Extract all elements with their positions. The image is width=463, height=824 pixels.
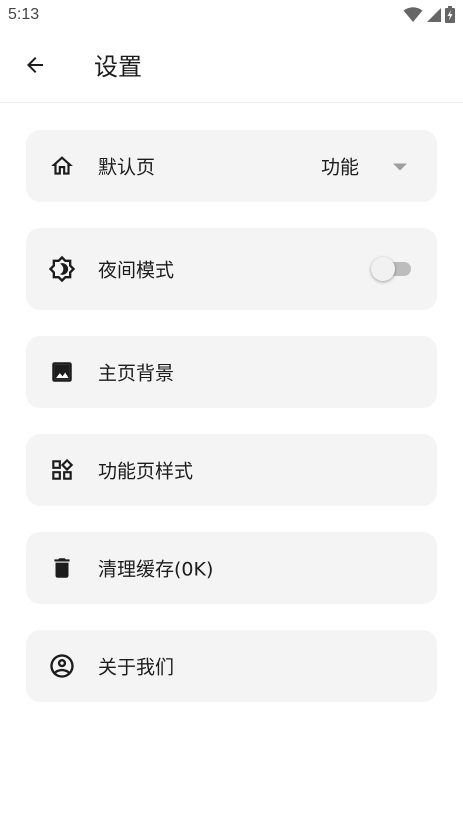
home-icon — [48, 152, 76, 180]
signal-icon — [426, 7, 442, 23]
status-time: 5:13 — [8, 6, 40, 23]
setting-label: 清理缓存(0K) — [98, 558, 214, 581]
wifi-icon — [403, 6, 423, 23]
app-bar: 设置 — [0, 32, 463, 103]
caret-down-icon — [393, 157, 407, 176]
setting-clear-cache[interactable]: 清理缓存(0K) — [26, 532, 437, 604]
image-icon — [48, 358, 76, 386]
setting-night-mode[interactable]: 夜间模式 — [26, 228, 437, 310]
widgets-icon — [48, 456, 76, 484]
toggle-thumb — [371, 257, 395, 281]
back-button[interactable] — [18, 52, 52, 82]
default-page-dropdown[interactable]: 功能 — [321, 153, 407, 180]
setting-function-style[interactable]: 功能页样式 — [26, 434, 437, 506]
battery-charging-icon — [445, 6, 455, 23]
setting-home-background[interactable]: 主页背景 — [26, 336, 437, 408]
setting-label: 主页背景 — [98, 362, 175, 385]
account-circle-icon — [48, 652, 76, 680]
setting-label: 功能页样式 — [98, 460, 194, 483]
setting-default-page[interactable]: 默认页 功能 — [26, 130, 437, 202]
setting-label: 关于我们 — [98, 656, 175, 679]
brightness-icon — [48, 255, 76, 283]
dropdown-selected-value: 功能 — [320, 156, 359, 179]
trash-icon — [48, 554, 76, 582]
setting-about[interactable]: 关于我们 — [26, 630, 437, 702]
setting-label: 默认页 — [98, 156, 156, 179]
arrow-left-icon — [23, 53, 47, 81]
night-mode-toggle[interactable] — [371, 256, 413, 282]
status-icons — [403, 6, 455, 23]
status-bar: 5:13 — [0, 0, 463, 32]
page-title: 设置 — [94, 53, 142, 81]
setting-label: 夜间模式 — [98, 259, 175, 282]
